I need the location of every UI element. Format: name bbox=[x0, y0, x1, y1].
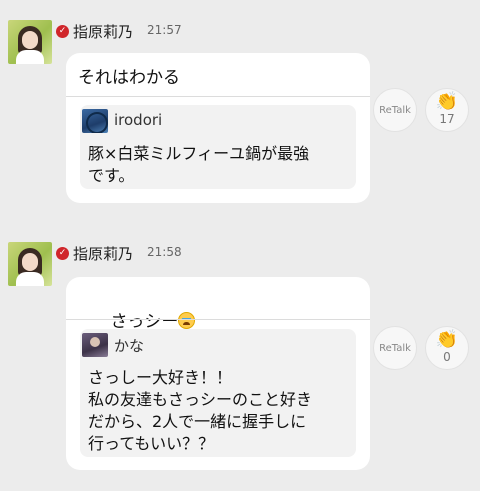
message-bubble: さっシー かな さっしー大好き！！ 私の友達もさっシーのこと好き だから、2人で… bbox=[66, 277, 370, 470]
clap-hands-icon: 👏 bbox=[435, 91, 459, 112]
clap-count: 17 bbox=[439, 112, 455, 126]
verified-badge-icon: ✓ bbox=[56, 25, 69, 38]
talk-post: ✓ 指原莉乃 21:57 それはわかる irodori 豚×白菜ミルフィーユ鍋が… bbox=[0, 20, 480, 210]
bubble-divider bbox=[66, 96, 370, 97]
irodori-avatar-icon bbox=[82, 109, 108, 133]
bubble-divider bbox=[66, 319, 370, 320]
quoted-user-name: かな bbox=[114, 337, 145, 355]
kana-avatar-icon bbox=[82, 333, 108, 357]
crying-face-emoji bbox=[178, 312, 196, 329]
message-text: それはわかる bbox=[78, 68, 180, 88]
message-bubble: それはわかる irodori 豚×白菜ミルフィーユ鍋が最強 です。 bbox=[66, 53, 370, 203]
talk-post: ✓ 指原莉乃 21:58 さっシー かな さっしー大好き！！ 私の友達もさっシー… bbox=[0, 242, 480, 482]
author-avatar[interactable] bbox=[8, 242, 52, 286]
verified-badge-icon: ✓ bbox=[56, 247, 69, 260]
clap-count: 0 bbox=[443, 350, 451, 364]
author-avatar[interactable] bbox=[8, 20, 52, 64]
post-time: 21:58 bbox=[147, 245, 182, 259]
quoted-comment[interactable]: かな さっしー大好き！！ 私の友達もさっシーのこと好き だから、2人で一緒に握手… bbox=[80, 329, 356, 457]
quoted-text: 豚×白菜ミルフィーユ鍋が最強 です。 bbox=[88, 144, 310, 185]
quoted-user-name: irodori bbox=[114, 111, 163, 129]
author-name[interactable]: 指原莉乃 bbox=[73, 21, 133, 42]
retalk-button[interactable]: ReTalk bbox=[373, 88, 417, 132]
quoted-comment[interactable]: irodori 豚×白菜ミルフィーユ鍋が最強 です。 bbox=[80, 105, 356, 189]
retalk-button[interactable]: ReTalk bbox=[373, 326, 417, 370]
quoted-text: さっしー大好き！！ 私の友達もさっシーのこと好き だから、2人で一緒に握手しに … bbox=[88, 368, 313, 453]
post-time: 21:57 bbox=[147, 23, 182, 37]
author-name[interactable]: 指原莉乃 bbox=[73, 243, 133, 264]
clap-hands-icon: 👏 bbox=[435, 329, 459, 350]
